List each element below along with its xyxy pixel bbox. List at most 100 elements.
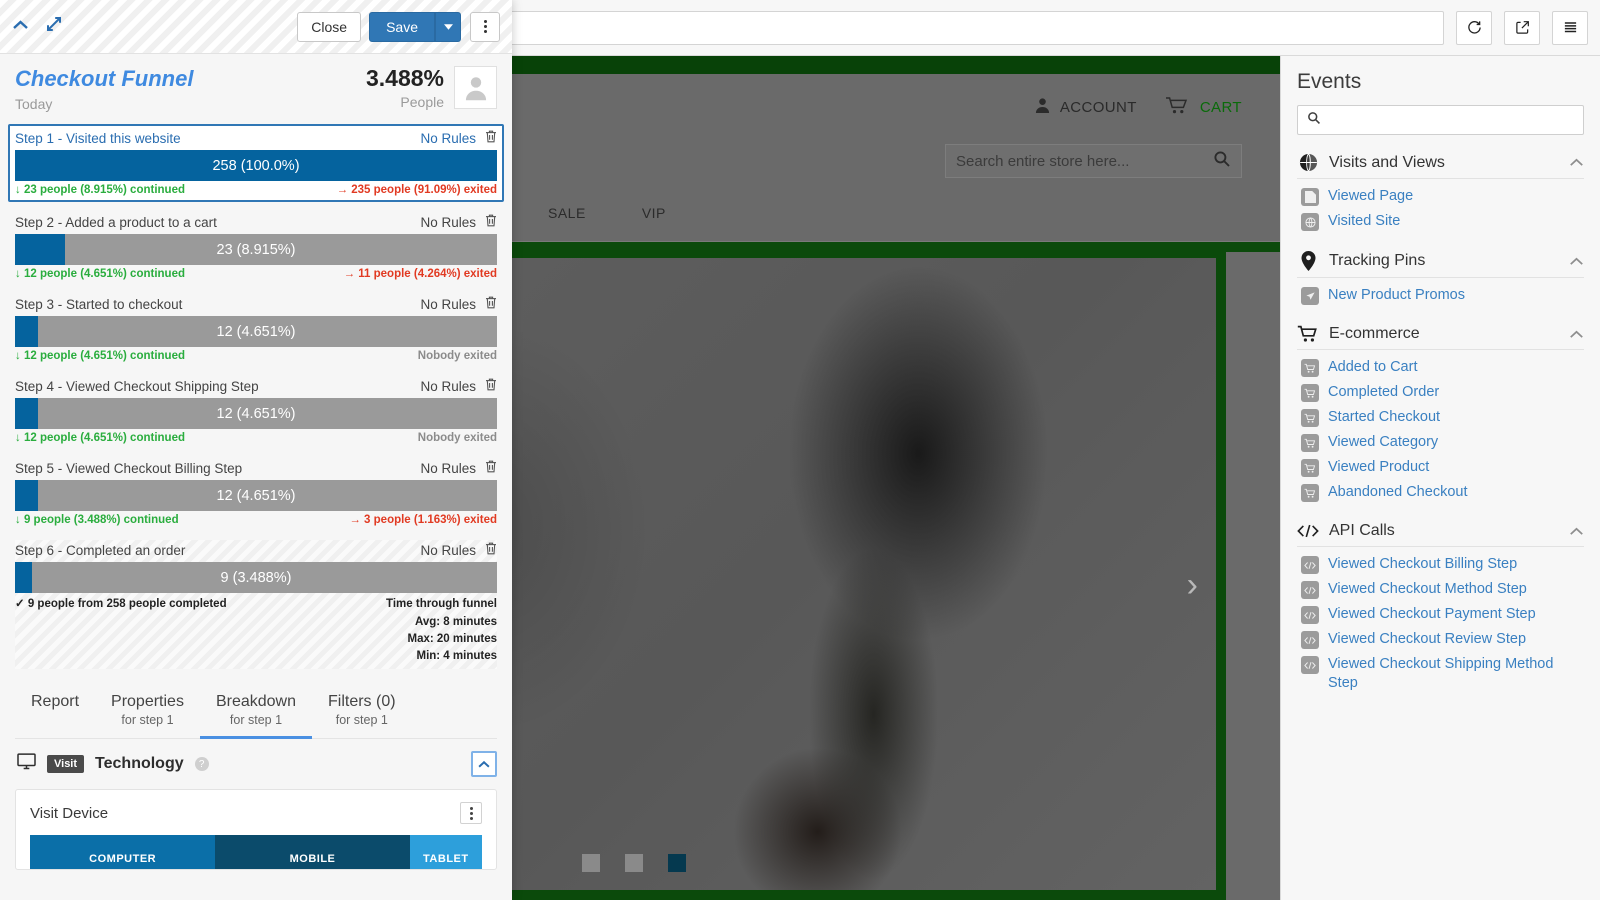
chevron-up-icon[interactable] [1569,523,1584,540]
funnel-step-footer: ↓ 23 people (8.915%) continued → 235 peop… [15,181,497,196]
tab-filters-0[interactable]: Filters (0) for step 1 [312,693,412,738]
visit-device-segment[interactable]: TABLET [409,835,482,870]
delete-step-icon[interactable] [485,296,497,312]
event-item[interactable]: Viewed Checkout Method Step [1297,577,1584,602]
site-search-input[interactable]: Search entire store here... [945,144,1242,178]
panel-kebab-menu-icon[interactable] [470,11,500,42]
account-link[interactable]: ACCOUNT [1034,97,1137,118]
tab-report[interactable]: Report [15,693,95,738]
save-dropdown-caret-icon[interactable] [435,11,461,42]
cart-icon [1301,384,1319,402]
funnel-step-header: Step 5 - Viewed Checkout Billing Step No … [15,458,497,480]
event-item[interactable]: Abandoned Checkout [1297,480,1584,505]
tab-properties[interactable]: Properties for step 1 [95,693,200,738]
monitor-icon [17,753,36,775]
visit-device-kebab-menu-icon[interactable] [460,802,482,825]
funnel-step-footer: ↓ 12 people (4.651%) continued Nobody exi… [15,429,497,444]
events-group-title: API Calls [1329,522,1395,539]
shopping-cart-icon [1297,325,1319,343]
nav-item-vip[interactable]: VIP [642,205,666,221]
time-title: Time through funnel [386,598,497,611]
chevron-up-icon[interactable] [1569,154,1584,171]
carousel-dot-3[interactable] [668,854,686,872]
funnel-title[interactable]: Checkout Funnel [15,66,193,91]
event-item-label: Viewed Page [1328,188,1414,204]
funnel-step-rules[interactable]: No Rules [420,215,476,230]
chevron-up-icon[interactable] [1569,326,1584,343]
breakdown-collapse-button[interactable] [471,751,497,778]
funnel-step-bar-fill [15,316,38,348]
step-exited-label: → 11 people (4.264%) exited [343,268,497,281]
event-item-label: Visited Site [1328,213,1401,229]
event-item[interactable]: Viewed Checkout Billing Step [1297,552,1584,577]
carousel-next-icon[interactable]: › [1187,568,1198,602]
delete-step-icon[interactable] [485,214,497,230]
event-item[interactable]: Viewed Checkout Review Step [1297,627,1584,652]
event-item[interactable]: Visited Site [1297,209,1584,234]
event-item[interactable]: Added to Cart [1297,355,1584,380]
cart-icon [1301,434,1319,452]
events-search-input[interactable] [1297,105,1584,135]
nav-item-sale[interactable]: SALE [548,205,586,221]
funnel-step-bar-fill [15,562,32,594]
event-item[interactable]: Viewed Checkout Shipping Method Step [1297,652,1584,696]
refresh-icon[interactable] [1456,10,1492,45]
expand-diagonal-icon[interactable] [46,16,62,37]
funnel-step[interactable]: Step 2 - Added a product to a cart No Rul… [15,212,497,284]
delete-step-icon[interactable] [485,130,497,146]
funnel-step-rules[interactable]: No Rules [420,543,476,558]
events-group-title: Tracking Pins [1329,252,1426,269]
funnel-step[interactable]: Step 1 - Visited this website No Rules 258… [8,124,504,203]
funnel-step[interactable]: Step 5 - Viewed Checkout Billing Step No … [15,458,497,530]
save-button[interactable]: Save [369,11,435,42]
funnel-step-rules[interactable]: No Rules [420,297,476,312]
events-group-header-tracking-pins[interactable]: Tracking Pins [1297,247,1584,277]
help-icon[interactable]: ? [194,757,209,772]
funnel-step-name: Step 3 - Started to checkout [15,296,183,312]
carousel-dot-1[interactable] [582,854,600,872]
chevron-up-icon[interactable] [12,18,29,36]
events-group-header-visits-and-views[interactable]: Visits and Views [1297,149,1584,178]
funnel-step[interactable]: Step 3 - Started to checkout No Rules 12 (… [15,294,497,366]
open-external-icon[interactable] [1504,10,1540,45]
funnel-step-rules[interactable]: No Rules [420,461,476,476]
tab-breakdown[interactable]: Breakdown for step 1 [199,693,312,740]
visit-device-segment[interactable]: MOBILE [215,835,410,870]
event-item[interactable]: Viewed Page [1297,184,1584,209]
list-menu-icon[interactable] [1552,10,1588,45]
event-item[interactable]: Viewed Product [1297,455,1584,480]
funnel-step-bar-fill [15,398,38,430]
visit-device-bar: COMPUTER MOBILE TABLET [30,835,482,870]
funnel-step-bar: 23 (8.915%) [15,234,497,266]
funnel-step-rules[interactable]: No Rules [420,131,476,146]
funnel-date-range[interactable]: Today [15,96,193,112]
event-item[interactable]: Started Checkout [1297,405,1584,430]
delete-step-icon[interactable] [485,460,497,476]
funnel-step[interactable]: Step 4 - Viewed Checkout Shipping Step No… [15,376,497,448]
map-pin-icon [1297,251,1319,271]
cart-link[interactable]: CART [1165,96,1242,119]
delete-step-icon[interactable] [485,378,497,394]
step-continued-label: ↓ 9 people (3.488%) continued [15,514,179,527]
events-group-header-e-commerce[interactable]: E-commerce [1297,321,1584,349]
event-item[interactable]: Viewed Checkout Payment Step [1297,602,1584,627]
delete-step-icon[interactable] [485,542,497,558]
visit-device-segment[interactable]: COMPUTER [30,835,216,870]
event-item[interactable]: Completed Order [1297,380,1584,405]
code-small-icon [1301,656,1319,674]
visit-device-title: Visit Device [30,804,109,822]
step-continued-label: ↓ 12 people (4.651%) continued [15,432,185,445]
funnel-step-header: Step 6 - Completed an order No Rules [15,540,497,562]
event-item[interactable]: Viewed Category [1297,430,1584,455]
close-button[interactable]: Close [297,11,362,42]
carousel-dot-2[interactable] [625,854,643,872]
funnel-step-rules[interactable]: No Rules [420,379,476,394]
funnel-step[interactable]: Step 6 - Completed an order No Rules 9 (3.… [15,540,497,670]
cart-icon [1301,459,1319,477]
funnel-step-header: Step 1 - Visited this website No Rules [15,128,497,150]
events-group-header-api-calls[interactable]: API Calls [1297,518,1584,546]
chevron-up-icon[interactable] [1569,253,1584,270]
event-item[interactable]: New Product Promos [1297,283,1584,308]
funnel-step-footer: ↓ 12 people (4.651%) continued → 11 peopl… [15,265,497,280]
event-item-label: Completed Order [1328,384,1440,400]
